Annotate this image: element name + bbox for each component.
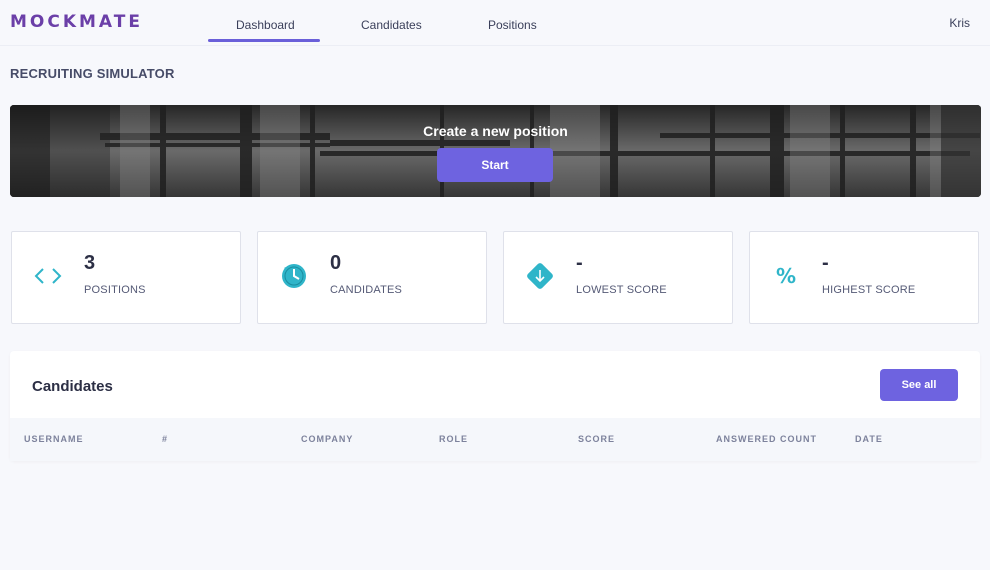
mockmate-logo[interactable]: MOCKMATE bbox=[10, 12, 143, 32]
column-header-role[interactable]: ROLE bbox=[439, 434, 468, 444]
column-header-company[interactable]: COMPANY bbox=[301, 434, 353, 444]
top-navbar: MOCKMATE Dashboard Candidates Positions … bbox=[0, 0, 990, 46]
tab-dashboard-active-indicator bbox=[208, 39, 320, 42]
candidates-count: 0 bbox=[330, 252, 342, 274]
clock-icon bbox=[278, 260, 310, 292]
stat-card-highest-score: % - HIGHEST SCORE bbox=[749, 231, 979, 324]
lowest-score-value: - bbox=[576, 252, 583, 274]
highest-score-value: - bbox=[822, 252, 829, 274]
stat-card-candidates: 0 CANDIDATES bbox=[257, 231, 487, 324]
highest-score-label: HIGHEST SCORE bbox=[822, 284, 916, 296]
positions-label: POSITIONS bbox=[84, 284, 146, 296]
tab-dashboard[interactable]: Dashboard bbox=[236, 18, 295, 32]
candidates-panel-title: Candidates bbox=[32, 378, 113, 395]
positions-count: 3 bbox=[84, 252, 96, 274]
start-button[interactable]: Start bbox=[437, 148, 553, 182]
column-header-date[interactable]: DATE bbox=[855, 434, 883, 444]
stat-card-positions: 3 POSITIONS bbox=[11, 231, 241, 324]
column-header-number[interactable]: # bbox=[162, 434, 168, 444]
arrow-down-diamond-icon bbox=[524, 260, 556, 292]
user-menu[interactable]: Kris bbox=[949, 16, 970, 30]
tab-candidates[interactable]: Candidates bbox=[361, 18, 422, 32]
column-header-answered-count[interactable]: ANSWERED COUNT bbox=[716, 434, 817, 444]
banner-title: Create a new position bbox=[423, 123, 568, 139]
column-header-username[interactable]: USERNAME bbox=[24, 434, 84, 444]
column-header-score[interactable]: SCORE bbox=[578, 434, 615, 444]
code-brackets-icon bbox=[32, 260, 64, 292]
candidates-label: CANDIDATES bbox=[330, 284, 403, 296]
see-all-button[interactable]: See all bbox=[880, 369, 958, 401]
candidates-table-header: USERNAME # COMPANY ROLE SCORE ANSWERED C… bbox=[10, 418, 980, 461]
lowest-score-label: LOWEST SCORE bbox=[576, 284, 667, 296]
page-title: RECRUITING SIMULATOR bbox=[10, 66, 175, 81]
stat-card-lowest-score: - LOWEST SCORE bbox=[503, 231, 733, 324]
create-position-banner: Create a new position Start bbox=[10, 105, 981, 197]
tab-positions[interactable]: Positions bbox=[488, 18, 537, 32]
candidates-panel: Candidates See all USERNAME # COMPANY RO… bbox=[10, 351, 980, 461]
percent-icon: % bbox=[775, 264, 797, 288]
